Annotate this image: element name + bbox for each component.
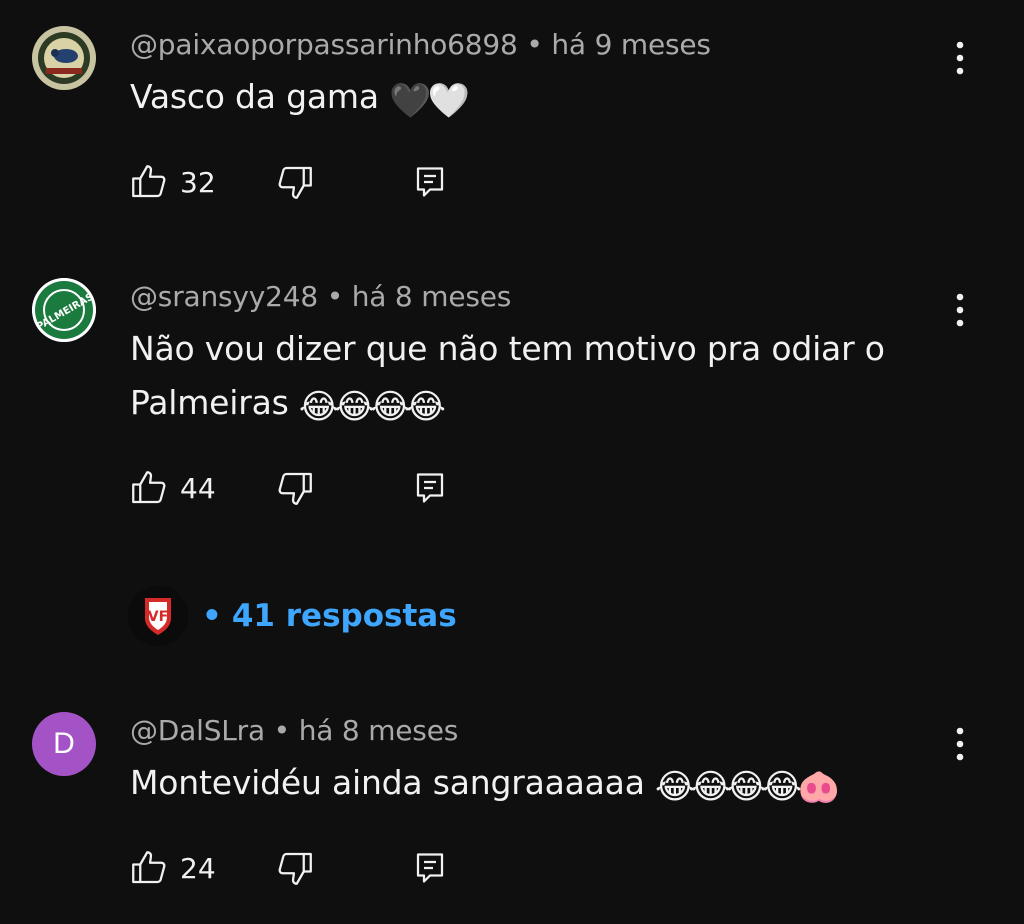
more-options-button[interactable] [940, 724, 980, 764]
comment-meta: @sransyy248 • há 8 meses [130, 280, 511, 313]
comment-meta: @paixaoporpassarinho6898 • há 9 meses [130, 28, 711, 61]
thumb-down-icon [278, 472, 312, 505]
like-button[interactable]: 24 [128, 846, 216, 890]
comment-time[interactable]: há 8 meses [299, 714, 459, 747]
comment-text-line-2: Palmeiras 😂😂😂😂 [130, 376, 910, 434]
comment-text: Vasco da gama 🖤🤍 [130, 70, 910, 128]
comment-text-content: Montevidéu ainda sangraaaaaa [130, 763, 645, 802]
thumb-up-icon [132, 165, 166, 198]
avatar-letter: D [53, 727, 75, 760]
comment-time[interactable]: há 8 meses [352, 280, 512, 313]
meta-separator: • [326, 280, 344, 313]
avatar[interactable]: D [32, 712, 96, 776]
palmeiras-crest-avatar-icon: PALMEIRAS [32, 278, 96, 342]
avatar-shield-text: VF [148, 609, 168, 625]
reply-comment-icon [416, 167, 444, 197]
thumb-down-icon [278, 852, 312, 885]
like-count: 32 [180, 165, 216, 199]
reply-button[interactable] [412, 466, 448, 510]
comment-meta: @DalSLra • há 8 meses [130, 714, 458, 747]
comment-author[interactable]: @sransyy248 [130, 280, 318, 313]
comment-actions: 44 [128, 466, 488, 510]
kebab-menu-icon [956, 41, 964, 75]
comment-author[interactable]: @DalSLra [130, 714, 265, 747]
comment-actions: 24 [128, 846, 488, 890]
meta-separator: • [273, 714, 291, 747]
like-button[interactable]: 44 [128, 466, 216, 510]
thumb-up-icon [132, 471, 166, 504]
thumb-down-icon [278, 166, 312, 199]
comment-text-line-1: Não vou dizer que não tem motivo pra odi… [130, 329, 885, 368]
comment-text-content: Palmeiras [130, 383, 289, 422]
reply-button[interactable] [412, 160, 448, 204]
like-count: 44 [180, 471, 216, 505]
avatar[interactable] [32, 26, 96, 90]
view-replies-button[interactable]: VF • 41 respostas [128, 582, 457, 650]
reply-button[interactable] [412, 846, 448, 890]
comment-text: Não vou dizer que não tem motivo pra odi… [130, 322, 910, 434]
dislike-button[interactable] [274, 466, 316, 510]
comment-text-content: Vasco da gama [130, 77, 379, 116]
thumb-up-icon [132, 851, 166, 884]
dislike-button[interactable] [274, 160, 316, 204]
comment-author[interactable]: @paixaoporpassarinho6898 [130, 28, 518, 61]
comment-emoji: 🖤🤍 [389, 81, 470, 121]
comment-actions: 32 [128, 160, 488, 204]
like-count: 24 [180, 851, 216, 885]
reply-author-avatar: VF [128, 586, 188, 646]
bird-crest-avatar-icon [32, 26, 96, 90]
replies-bullet: • [202, 598, 222, 634]
more-options-button[interactable] [940, 38, 980, 78]
avatar[interactable]: PALMEIRAS [32, 278, 96, 342]
like-button[interactable]: 32 [128, 160, 216, 204]
kebab-menu-icon [956, 293, 964, 327]
more-options-button[interactable] [940, 290, 980, 330]
replies-count-label: 41 respostas [231, 598, 457, 634]
comment-text: Montevidéu ainda sangraaaaaa 😂😂😂😂🐽 [130, 756, 910, 814]
comment-emoji: 😂😂😂😂🐽 [655, 767, 840, 807]
kebab-menu-icon [956, 727, 964, 761]
reply-comment-icon [416, 473, 444, 503]
comment-time[interactable]: há 9 meses [551, 28, 711, 61]
meta-separator: • [526, 28, 543, 61]
dislike-button[interactable] [274, 846, 316, 890]
comment-emoji: 😂😂😂😂 [298, 387, 446, 427]
vf-shield-avatar-icon: VF [128, 586, 188, 646]
reply-comment-icon [416, 853, 444, 883]
